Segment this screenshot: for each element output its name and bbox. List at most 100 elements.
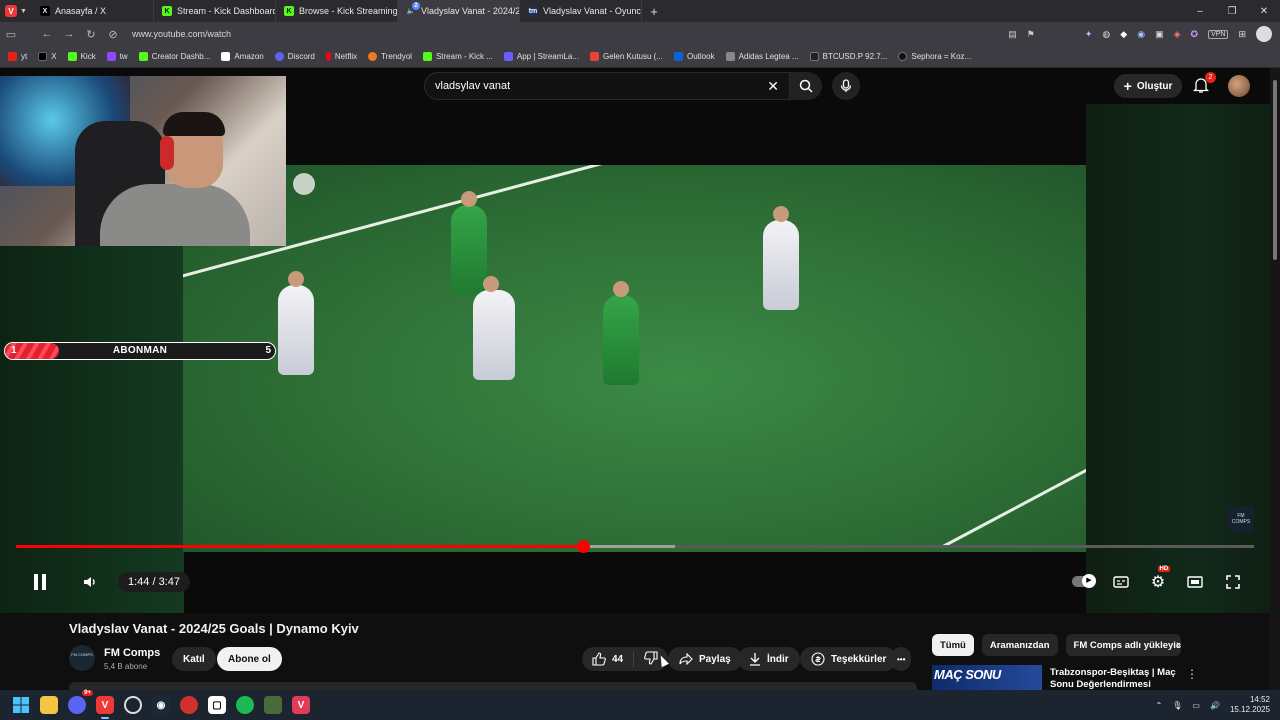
vivaldi-icon[interactable]: V	[96, 696, 114, 719]
account-avatar[interactable]	[1228, 75, 1250, 97]
epic-icon[interactable]: ▢	[208, 696, 226, 714]
bookmark-item[interactable]: Discord	[274, 52, 315, 61]
forward-icon[interactable]: →	[58, 28, 80, 40]
scrubber-handle[interactable]	[577, 540, 590, 553]
vivaldi-menu-button[interactable]: V ▼	[0, 0, 32, 22]
bookmark-item[interactable]: X	[38, 52, 57, 61]
extension-icon[interactable]: ◆	[1120, 29, 1127, 40]
subscribe-button[interactable]: Abone ol	[217, 647, 282, 671]
bookmark-item[interactable]: Sephora = Koz...	[898, 52, 971, 61]
maximize-button[interactable]: ❐	[1216, 6, 1248, 17]
player-figure	[603, 281, 639, 385]
windows-start-icon[interactable]	[12, 696, 30, 714]
like-button[interactable]: 44	[592, 652, 623, 666]
channel-avatar[interactable]: FM COMPS	[69, 645, 95, 671]
progress-bar[interactable]	[16, 540, 1254, 553]
bookmark-item[interactable]: BTCUSD.P 92.7...	[809, 52, 887, 61]
bookmark-item[interactable]: yt	[8, 52, 27, 61]
network-icon[interactable]: ▭	[1192, 701, 1200, 710]
bookmark-item[interactable]: Amazon	[221, 52, 264, 61]
autoplay-toggle[interactable]	[1072, 574, 1096, 588]
bookmark-icon[interactable]: ⚑	[1027, 29, 1035, 40]
tab-kick-dashboard[interactable]: K Stream - Kick Dashboard	[154, 0, 276, 22]
tab-x[interactable]: X Anasayfa / X	[32, 0, 154, 22]
file-explorer-icon[interactable]	[40, 696, 58, 714]
bookmark-item[interactable]: Gelen Kutusu (...	[589, 52, 663, 61]
bookmark-item[interactable]: Creator Dashb...	[138, 52, 210, 61]
bookmark-item[interactable]: Kick	[67, 52, 96, 61]
url-field[interactable]: www.youtube.com/watch	[132, 29, 231, 39]
theater-mode-icon[interactable]	[1184, 564, 1206, 600]
spotify-icon[interactable]	[236, 696, 254, 714]
back-icon[interactable]: ←	[36, 28, 58, 40]
fullscreen-icon[interactable]	[1222, 564, 1244, 600]
valorant-icon[interactable]: V	[292, 696, 310, 714]
voice-search-button[interactable]	[832, 72, 860, 100]
join-button[interactable]: Katıl	[172, 647, 216, 671]
minimize-button[interactable]: –	[1184, 6, 1216, 17]
bookmark-item[interactable]: Netflix	[325, 52, 357, 61]
subtitles-icon[interactable]	[1110, 564, 1132, 600]
chip-from-search[interactable]: Aramanızdan	[981, 634, 1058, 656]
chip-all[interactable]: Tümü	[932, 634, 974, 656]
settings-gear-icon[interactable]: ⚙ HD	[1147, 564, 1171, 600]
clear-search-icon[interactable]: ✕	[767, 78, 779, 95]
close-window-button[interactable]: ✕	[1248, 6, 1280, 17]
video-player[interactable]: 1 ABONMAN 5 FM COMPS 1:44 / 3:47 ⚙HD	[0, 68, 1270, 613]
extensions-icon[interactable]: ⊞	[1238, 29, 1246, 40]
description-box[interactable]	[69, 682, 917, 690]
channel-name[interactable]: FM Comps	[104, 647, 160, 659]
chip-from-uploader[interactable]: FM Comps adlı yükleyici	[1065, 634, 1181, 656]
tab-youtube-active[interactable]: 🔈2 Vladyslav Vanat - 2024/25 G	[398, 0, 520, 22]
dislike-button[interactable]	[644, 650, 658, 668]
recommended-title[interactable]: Trabzonspor-Beşiktaş | Maç Sonu Değerlen…	[1050, 667, 1184, 690]
site-info-icon[interactable]: ⊘	[102, 28, 124, 41]
extension-icon[interactable]: ▣	[1155, 29, 1164, 40]
microphone-icon[interactable]: 🎙	[1172, 701, 1182, 710]
bookmark-item[interactable]: Trendyol	[368, 52, 412, 61]
volume-icon[interactable]	[76, 564, 104, 600]
recommended-video[interactable]: MAÇ SONU Trabzonspor-Beşiktaş | Maç Sonu…	[932, 665, 1198, 690]
recommended-thumbnail[interactable]: MAÇ SONU	[932, 665, 1042, 690]
chevron-right-icon[interactable]: ›	[1176, 636, 1181, 652]
bookmark-item[interactable]: Outlook	[674, 52, 715, 61]
minecraft-icon[interactable]	[264, 696, 282, 714]
riot-icon[interactable]	[180, 696, 198, 714]
tray-overflow-icon[interactable]: ⌃	[1156, 701, 1163, 710]
obs-icon[interactable]	[124, 696, 142, 714]
extension-icon[interactable]: ✦	[1085, 29, 1093, 40]
bookmark-item[interactable]: Adidas Legtea ...	[725, 52, 799, 61]
more-vert-icon[interactable]: ⋮	[1186, 667, 1198, 681]
share-button[interactable]: Paylaş	[668, 647, 742, 671]
page-scrollbar[interactable]	[1270, 68, 1280, 690]
profile-avatar[interactable]	[1256, 26, 1272, 42]
search-input[interactable]: vladsylav vanat ✕	[424, 72, 790, 100]
bookmark-item[interactable]: Stream - Kick ...	[422, 52, 493, 61]
reader-view-icon[interactable]: ▤	[1008, 29, 1017, 40]
steam-icon[interactable]: ◉	[152, 696, 170, 714]
channel-watermark[interactable]: FM COMPS	[1228, 506, 1254, 532]
create-button[interactable]: + Oluştur	[1114, 74, 1182, 98]
notifications-button[interactable]: 2	[1192, 72, 1216, 96]
pause-button[interactable]	[24, 564, 56, 600]
scrollbar-thumb[interactable]	[1273, 80, 1277, 260]
new-tab-button[interactable]: +	[642, 4, 666, 19]
tab-transfermarkt[interactable]: tm Vladyslav Vanat - Oyuncu p	[520, 0, 642, 22]
extension-icon[interactable]: ◈	[1174, 29, 1181, 40]
download-button[interactable]: İndir	[738, 647, 800, 671]
thanks-button[interactable]: Teşekkürler	[800, 647, 898, 671]
panel-toggle-icon[interactable]: ▭	[0, 28, 22, 41]
clock[interactable]: 14:52 15.12.2025	[1230, 695, 1270, 715]
bookmark-item[interactable]: tw	[106, 52, 128, 61]
extension-icon[interactable]: ◉	[1137, 29, 1145, 40]
bookmark-item[interactable]: App | StreamLa...	[503, 52, 579, 61]
search-button[interactable]	[790, 72, 822, 100]
reload-icon[interactable]: ↻	[80, 28, 102, 41]
discord-icon[interactable]: 9+	[68, 690, 93, 714]
extension-icon[interactable]: ✪	[1191, 29, 1199, 40]
vpn-button[interactable]: VPN	[1208, 29, 1229, 39]
extension-icon[interactable]: ◍	[1102, 29, 1110, 40]
tab-kick-browse[interactable]: K Browse - Kick Streaming	[276, 0, 398, 22]
speaker-icon[interactable]: 🔊	[1210, 701, 1220, 710]
more-actions-button[interactable]: •••	[891, 647, 912, 671]
